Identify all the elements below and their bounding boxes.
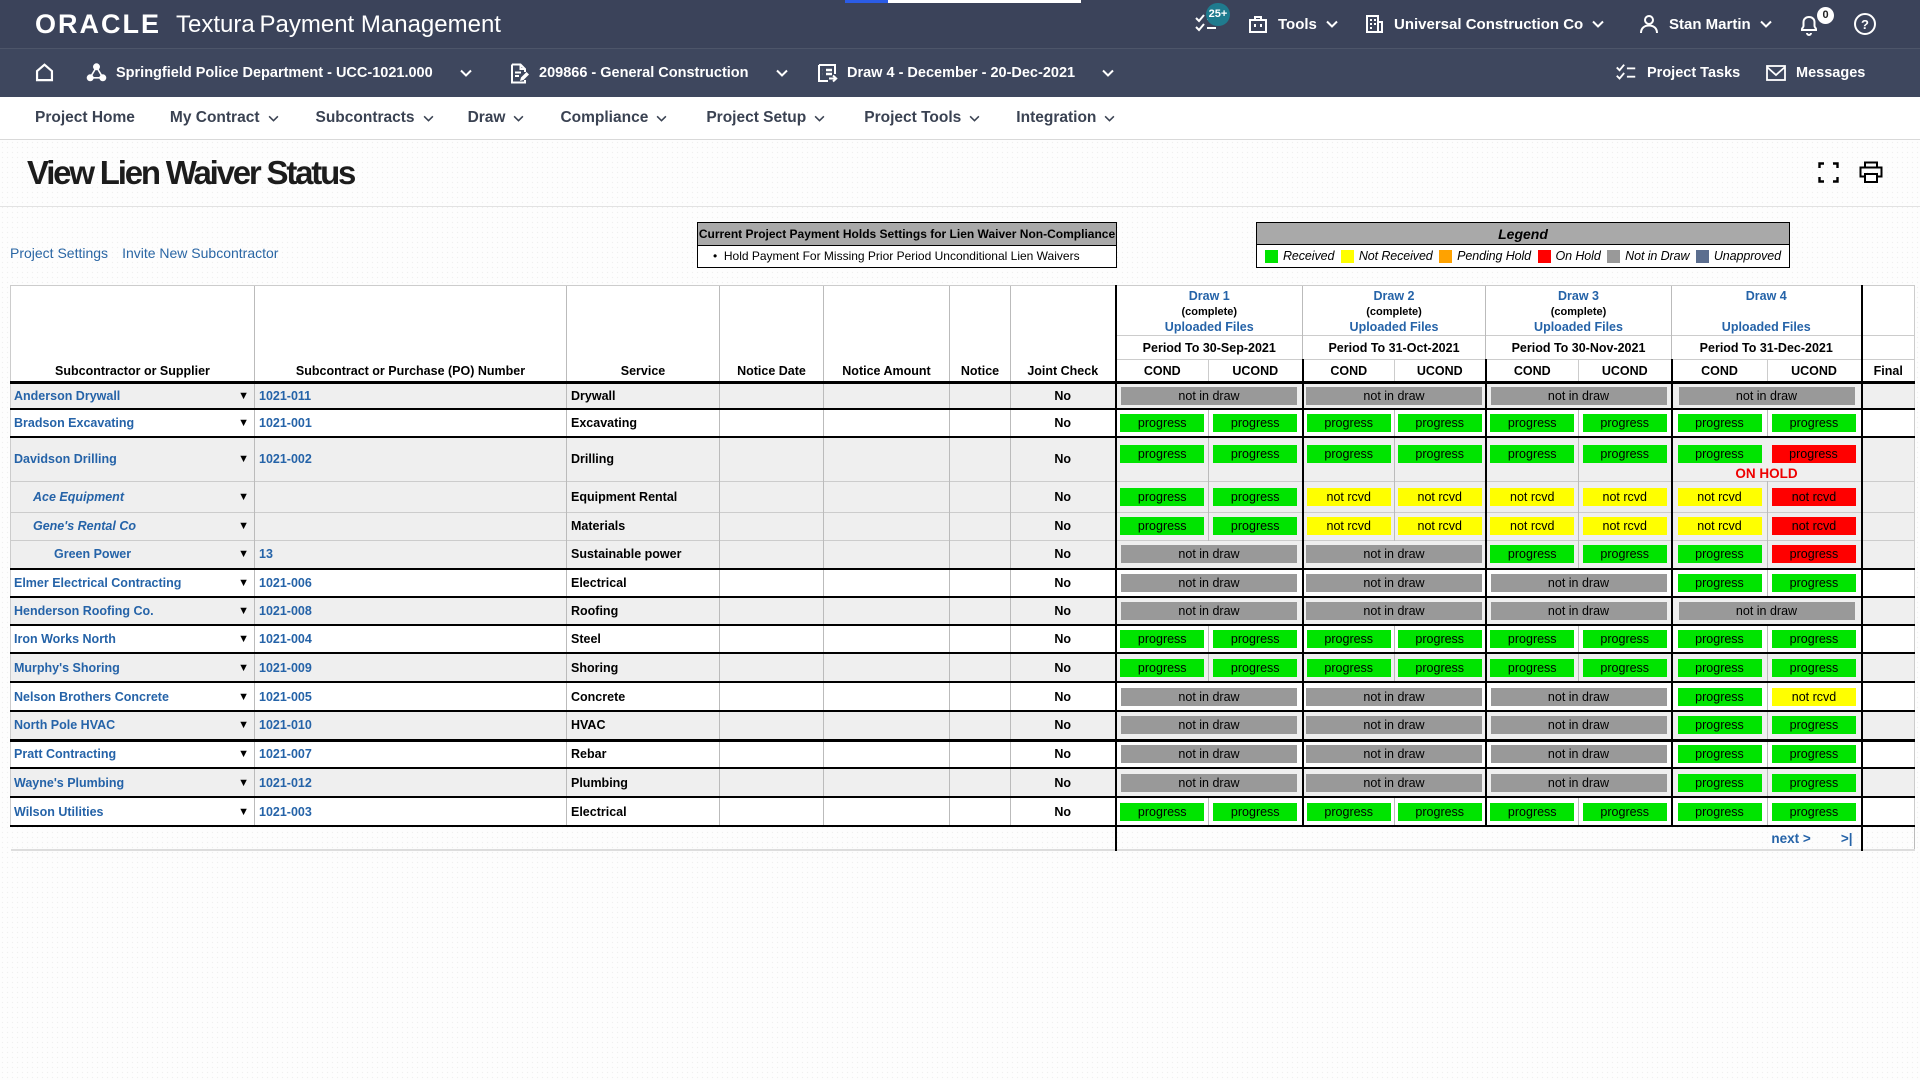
svg-text:?: ? — [1861, 17, 1869, 32]
